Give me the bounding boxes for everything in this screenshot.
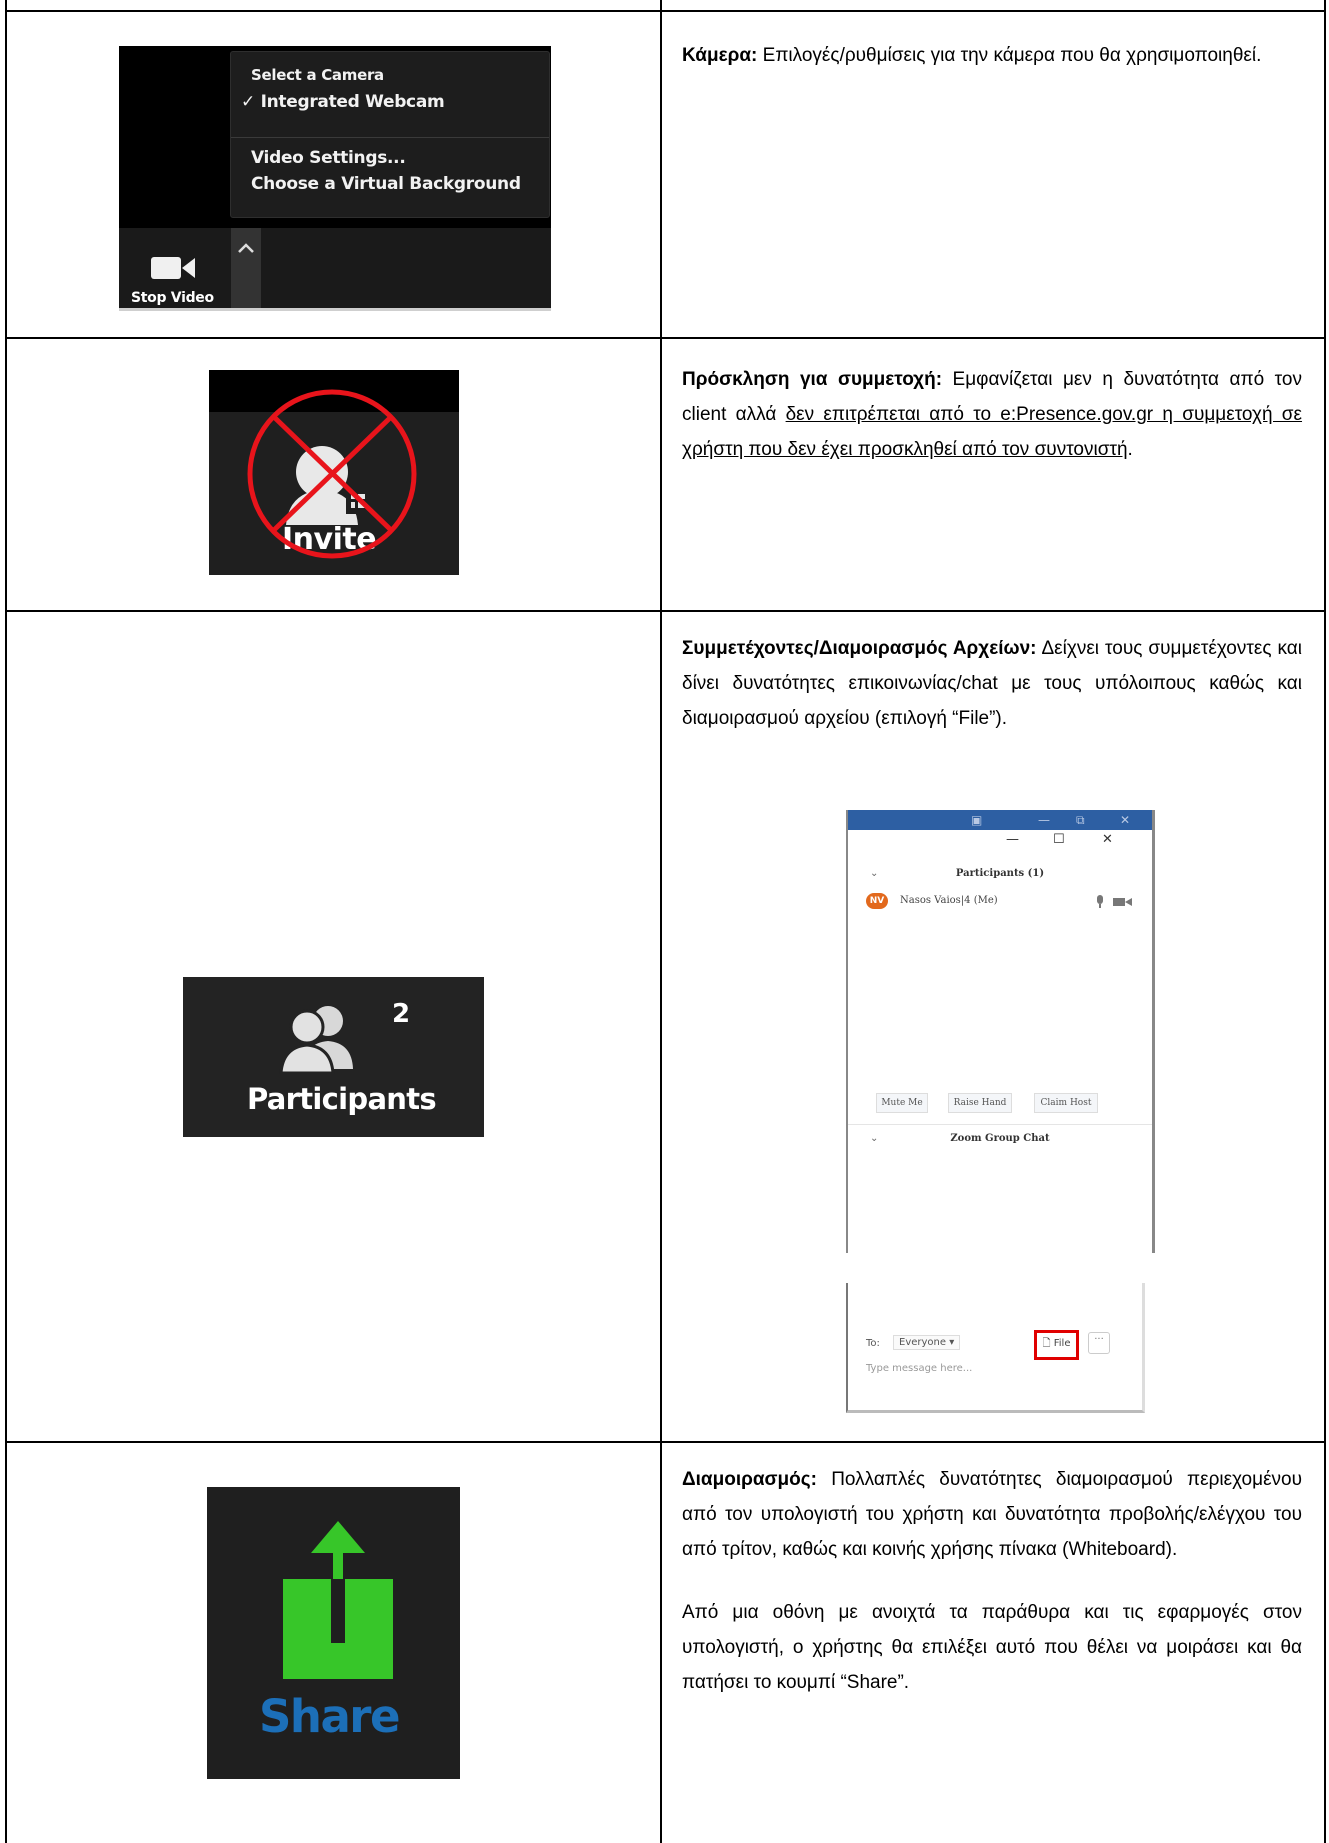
virtual-background-option[interactable]: Choose a Virtual Background: [251, 174, 521, 194]
close-icon[interactable]: ✕: [1102, 832, 1113, 847]
chevron-up-icon: [238, 243, 254, 253]
to-label: To:: [866, 1338, 880, 1349]
menu-separator: [231, 137, 549, 138]
more-options-button[interactable]: ···: [1088, 1332, 1110, 1354]
maximize-icon[interactable]: ☐: [1053, 832, 1065, 847]
row-divider: [5, 1441, 1326, 1443]
close-icon[interactable]: ✕: [1120, 813, 1130, 827]
avatar: NV: [866, 893, 888, 909]
participants-panel-screenshot: ▣ — ⧉ ✕ — ☐ ✕ ⌄ Participants (1) NV Naso…: [846, 810, 1155, 1253]
participants-button-screenshot: 2 Participants: [183, 977, 484, 1137]
raise-hand-button[interactable]: Raise Hand: [948, 1093, 1012, 1113]
participant-name: Nasos Vaios|4 (Me): [900, 895, 998, 906]
file-icon: 🗋: [1042, 1338, 1051, 1349]
invite-title: Πρόσκληση για συμμετοχή:: [682, 369, 943, 390]
participants-label[interactable]: Participants: [247, 1082, 437, 1116]
file-label: File: [1053, 1338, 1071, 1349]
panel-title-bar: ▣ — ⧉ ✕: [848, 810, 1152, 830]
select-camera-header: Select a Camera: [251, 66, 384, 84]
mute-me-button[interactable]: Mute Me: [876, 1093, 928, 1113]
share-text-2: Από μια οθόνη με ανοιχτά τα παράθυρα και…: [682, 1602, 1302, 1693]
integrated-webcam-option[interactable]: ✓ Integrated Webcam: [241, 92, 445, 112]
share-description: Διαμοιρασμός: Πολλαπλές δυνατότητες διαμ…: [682, 1462, 1302, 1728]
share-title: Διαμοιρασμός:: [682, 1469, 817, 1490]
invite-description: Πρόσκληση για συμμετοχή: Εμφανίζεται μεν…: [682, 362, 1302, 467]
participants-panel-header: Participants (1): [955, 868, 1045, 879]
group-chat-header: Zoom Group Chat: [950, 1133, 1050, 1144]
chat-input-screenshot: To: Everyone ▾ Type message here... 🗋 Fi…: [846, 1283, 1145, 1413]
row-divider: [5, 337, 1326, 339]
participants-description: Συμμετέχοντες/Διαμοιρασμός Αρχείων: Δείχ…: [682, 631, 1302, 736]
mic-camera-icon: [1097, 895, 1132, 908]
column-divider: [660, 0, 662, 1843]
camera-menu-screenshot: Select a Camera ✓ Integrated Webcam Vide…: [119, 46, 551, 311]
share-button-screenshot: Share: [207, 1487, 460, 1779]
share-upload-icon[interactable]: [207, 1487, 460, 1687]
participants-count: 2: [392, 999, 411, 1029]
camera-text: Επιλογές/ρυθμίσεις για την κάμερα που θα…: [757, 45, 1262, 66]
camera-description: Κάμερα: Επιλογές/ρυθμίσεις για την κάμερ…: [682, 38, 1302, 73]
prohibited-icon: [247, 389, 417, 559]
table-border-top: [5, 10, 1326, 12]
restore-icon[interactable]: ⧉: [1076, 813, 1085, 828]
row-divider: [5, 610, 1326, 612]
share-label[interactable]: Share: [259, 1690, 401, 1743]
video-camera-icon[interactable]: [151, 255, 197, 281]
recipient-select[interactable]: Everyone ▾: [893, 1335, 961, 1350]
camera-title: Κάμερα:: [682, 45, 758, 66]
message-input[interactable]: Type message here...: [866, 1363, 972, 1374]
minimize-icon[interactable]: —: [1006, 832, 1019, 847]
video-options-chevron[interactable]: [231, 228, 261, 308]
panel-separator: [848, 1124, 1152, 1125]
video-settings-option[interactable]: Video Settings...: [251, 148, 406, 168]
camera-dropdown-menu: Select a Camera ✓ Integrated Webcam Vide…: [230, 51, 550, 218]
invite-tail: .: [1127, 439, 1133, 460]
stop-video-label[interactable]: Stop Video: [131, 290, 214, 306]
participants-title: Συμμετέχοντες/Διαμοιρασμός Αρχείων:: [682, 638, 1037, 659]
minimize-icon[interactable]: —: [1038, 813, 1050, 827]
invite-button-screenshot: Invite: [209, 370, 459, 575]
file-button[interactable]: 🗋 File: [1034, 1330, 1079, 1360]
toolbar-bottom-edge: [119, 308, 551, 311]
panel-title-icon: ▣: [971, 813, 983, 827]
claim-host-button[interactable]: Claim Host: [1034, 1093, 1098, 1113]
